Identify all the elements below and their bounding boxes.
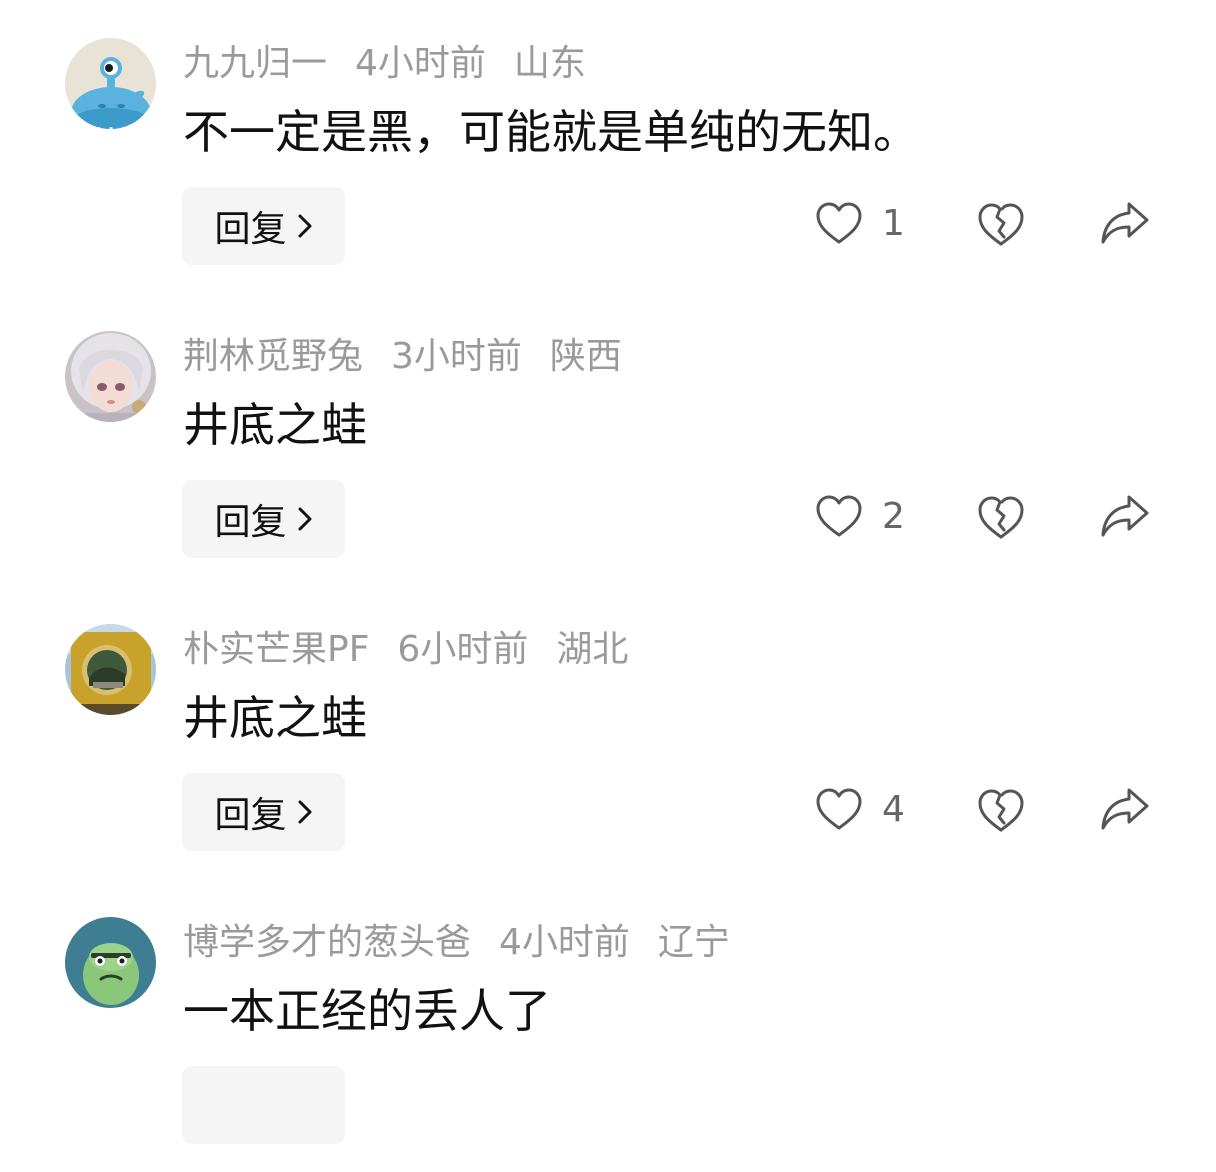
comment-meta: 荆林觅野兔 3小时前 陕西 [183, 333, 650, 381]
comment-item: 博学多才的葱头爸 4小时前 辽宁 一本正经的丢人了 [0, 879, 1216, 1172]
timestamp: 6小时前 [397, 629, 529, 670]
share-icon[interactable] [1099, 493, 1151, 541]
comment-text: 井底之蛙 [183, 398, 367, 452]
like-count: 1 [882, 203, 905, 244]
username[interactable]: 九九归一 [183, 43, 327, 84]
comment-meta: 朴实芒果PF 6小时前 湖北 [183, 626, 656, 674]
username[interactable]: 朴实芒果PF [183, 629, 369, 670]
broken-heart-icon[interactable] [976, 493, 1026, 543]
anime-girl-photo [65, 331, 156, 422]
username[interactable]: 荆林觅野兔 [183, 336, 363, 377]
reply-button[interactable]: 回复 [182, 187, 345, 265]
location: 湖北 [556, 629, 629, 670]
chevron-right-icon [297, 213, 313, 239]
like-count: 4 [882, 789, 905, 830]
broken-heart-icon[interactable] [976, 200, 1026, 250]
reply-button[interactable]: 回复 [182, 480, 345, 558]
comment-item: 九九归一 4小时前 山东 不一定是黑，可能就是单纯的无知。 回复 1 [0, 0, 1216, 293]
heart-icon[interactable] [815, 493, 863, 541]
share-icon[interactable] [1099, 786, 1151, 834]
timestamp: 4小时前 [355, 43, 486, 84]
heart-icon[interactable] [815, 200, 863, 248]
avatar[interactable] [65, 331, 156, 422]
comment-item: 荆林觅野兔 3小时前 陕西 井底之蛙 回复 2 [0, 293, 1216, 586]
reply-label: 回复 [214, 209, 287, 250]
cartoon-alien-icon [65, 38, 156, 129]
avatar[interactable] [65, 38, 156, 129]
reply-button[interactable]: 回复 [182, 773, 345, 851]
reply-label: 回复 [214, 502, 287, 543]
username[interactable]: 博学多才的葱头爸 [183, 922, 471, 963]
like-count: 2 [882, 496, 905, 537]
location: 陕西 [549, 336, 622, 377]
location: 辽宁 [657, 922, 730, 963]
heart-icon[interactable] [815, 786, 863, 834]
round-gate-photo [65, 624, 156, 715]
timestamp: 3小时前 [391, 336, 522, 377]
chevron-right-icon [297, 506, 313, 532]
comment-text: 一本正经的丢人了 [183, 984, 551, 1038]
comment-text: 井底之蛙 [183, 691, 367, 745]
location: 山东 [513, 43, 586, 84]
chevron-right-icon [297, 799, 313, 825]
share-icon[interactable] [1099, 200, 1151, 248]
comment-text: 不一定是黑，可能就是单纯的无知。 [183, 105, 919, 159]
green-creature-icon [65, 917, 156, 1008]
broken-heart-icon[interactable] [976, 786, 1026, 836]
comment-item: 朴实芒果PF 6小时前 湖北 井底之蛙 回复 4 [0, 586, 1216, 879]
comment-meta: 九九归一 4小时前 山东 [183, 40, 614, 88]
reply-button[interactable] [182, 1066, 345, 1144]
avatar[interactable] [65, 624, 156, 715]
reply-label: 回复 [214, 795, 287, 836]
comment-meta: 博学多才的葱头爸 4小时前 辽宁 [183, 919, 758, 967]
timestamp: 4小时前 [499, 922, 630, 963]
avatar[interactable] [65, 917, 156, 1008]
